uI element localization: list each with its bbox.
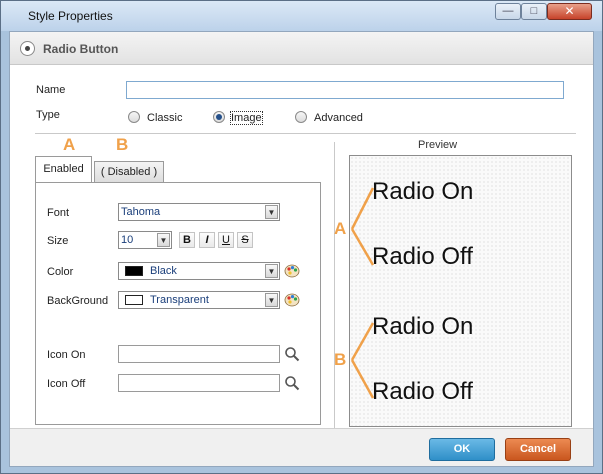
vertical-divider: [334, 142, 335, 434]
background-label: BackGround: [47, 295, 109, 307]
italic-button[interactable]: I: [199, 232, 215, 248]
color-palette-icon[interactable]: [284, 263, 300, 279]
annotation-a-tab: A: [63, 135, 76, 154]
background-select[interactable]: Transparent ▼: [118, 291, 280, 309]
strikethrough-button[interactable]: S: [237, 232, 253, 248]
icon-on-input[interactable]: [118, 345, 280, 363]
radio-button-icon: [20, 41, 35, 56]
name-label: Name: [36, 84, 66, 96]
icon-off-input[interactable]: [118, 374, 280, 392]
type-radio-advanced[interactable]: [295, 111, 307, 123]
icon-on-label: Icon On: [47, 349, 86, 361]
icon-off-label: Icon Off: [47, 378, 86, 390]
preview-radio-on-b: Radio On: [372, 313, 474, 340]
preview-area: Radio On Radio Off Radio On Radio Off: [349, 155, 572, 427]
chevron-down-icon: ▼: [157, 233, 170, 247]
chevron-down-icon: ▼: [265, 293, 278, 307]
chevron-down-icon: ▼: [265, 205, 278, 219]
type-image-label[interactable]: Image: [230, 111, 263, 125]
dialog-footer: OK Cancel: [10, 428, 593, 466]
close-button[interactable]: ✕: [547, 3, 592, 20]
size-label: Size: [47, 235, 69, 247]
preview-radio-off-a: Radio Off: [372, 243, 473, 270]
section-header: Radio Button: [10, 32, 593, 65]
size-select[interactable]: 10 ▼: [118, 231, 172, 249]
color-select-value: Black: [150, 265, 177, 277]
search-icon[interactable]: [284, 346, 300, 362]
name-input[interactable]: [126, 81, 564, 99]
type-advanced-label[interactable]: Advanced: [314, 112, 363, 124]
dialog-window: Style Properties — □ ✕ Radio Button Name…: [0, 0, 603, 474]
background-swatch: [125, 295, 143, 305]
background-select-value: Transparent: [150, 294, 209, 306]
window-title: Style Properties: [28, 9, 113, 23]
chevron-down-icon: ▼: [265, 264, 278, 278]
font-label: Font: [47, 207, 70, 219]
font-select-value: Tahoma: [121, 206, 161, 218]
search-icon[interactable]: [284, 375, 300, 391]
type-classic-label[interactable]: Classic: [147, 112, 182, 124]
dialog-client-area: Radio Button Name Type Classic Image Adv…: [9, 31, 594, 467]
font-select[interactable]: Tahoma ▼: [118, 203, 280, 221]
cancel-button[interactable]: Cancel: [505, 438, 571, 461]
color-label: Color: [47, 266, 74, 278]
annotation-a-preview: A: [334, 219, 347, 238]
type-radio-classic[interactable]: [128, 111, 140, 123]
annotation-braces: [350, 187, 375, 399]
section-title: Radio Button: [43, 42, 119, 56]
minimize-button[interactable]: —: [495, 3, 521, 20]
ok-button[interactable]: OK: [429, 438, 495, 461]
preview-radio-off-b: Radio Off: [372, 378, 473, 405]
tab-enabled[interactable]: Enabled: [35, 156, 92, 182]
color-swatch: [125, 266, 143, 276]
type-radio-image[interactable]: [213, 111, 225, 123]
underline-button[interactable]: U: [218, 232, 234, 248]
annotation-b-preview: B: [334, 350, 347, 369]
annotation-b-tab: B: [116, 135, 129, 154]
title-bar[interactable]: Style Properties — □ ✕: [1, 1, 602, 31]
background-palette-icon[interactable]: [284, 292, 300, 308]
maximize-button[interactable]: □: [521, 3, 547, 20]
color-select[interactable]: Black ▼: [118, 262, 280, 280]
bold-button[interactable]: B: [179, 232, 195, 248]
type-label: Type: [36, 109, 60, 121]
preview-title: Preview: [418, 139, 458, 151]
preview-radio-on-a: Radio On: [372, 178, 474, 205]
horizontal-divider: [35, 133, 576, 134]
tab-disabled[interactable]: ( Disabled ): [94, 161, 164, 182]
size-select-value: 10: [121, 234, 134, 246]
